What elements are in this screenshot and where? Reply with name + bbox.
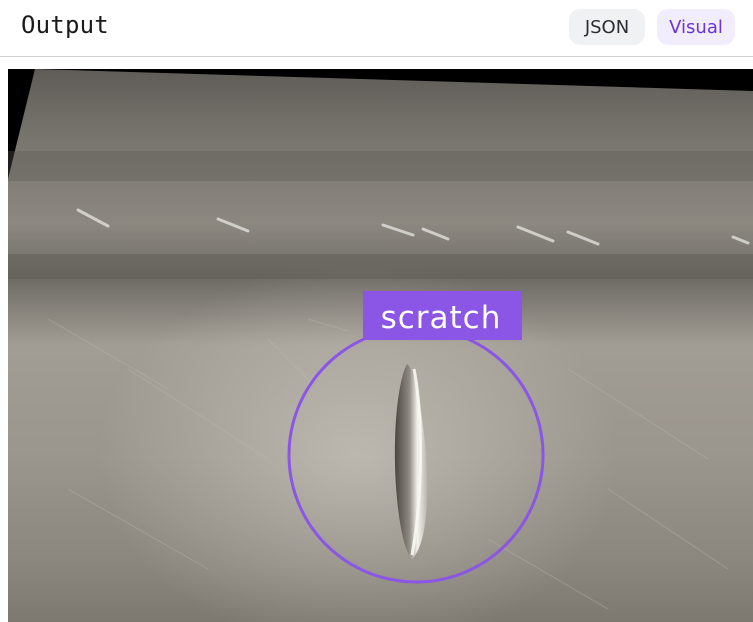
- tab-json[interactable]: JSON: [569, 9, 645, 45]
- annotated-image: scratch: [8, 69, 753, 622]
- output-header: Output JSON Visual: [0, 0, 753, 57]
- shadow-band: [8, 151, 753, 181]
- shadow-band: [8, 254, 753, 279]
- tab-visual[interactable]: Visual: [657, 9, 735, 45]
- visual-output-viewer: scratch: [8, 69, 753, 622]
- panel-title: Output: [21, 11, 109, 39]
- detection-label: scratch: [381, 300, 502, 336]
